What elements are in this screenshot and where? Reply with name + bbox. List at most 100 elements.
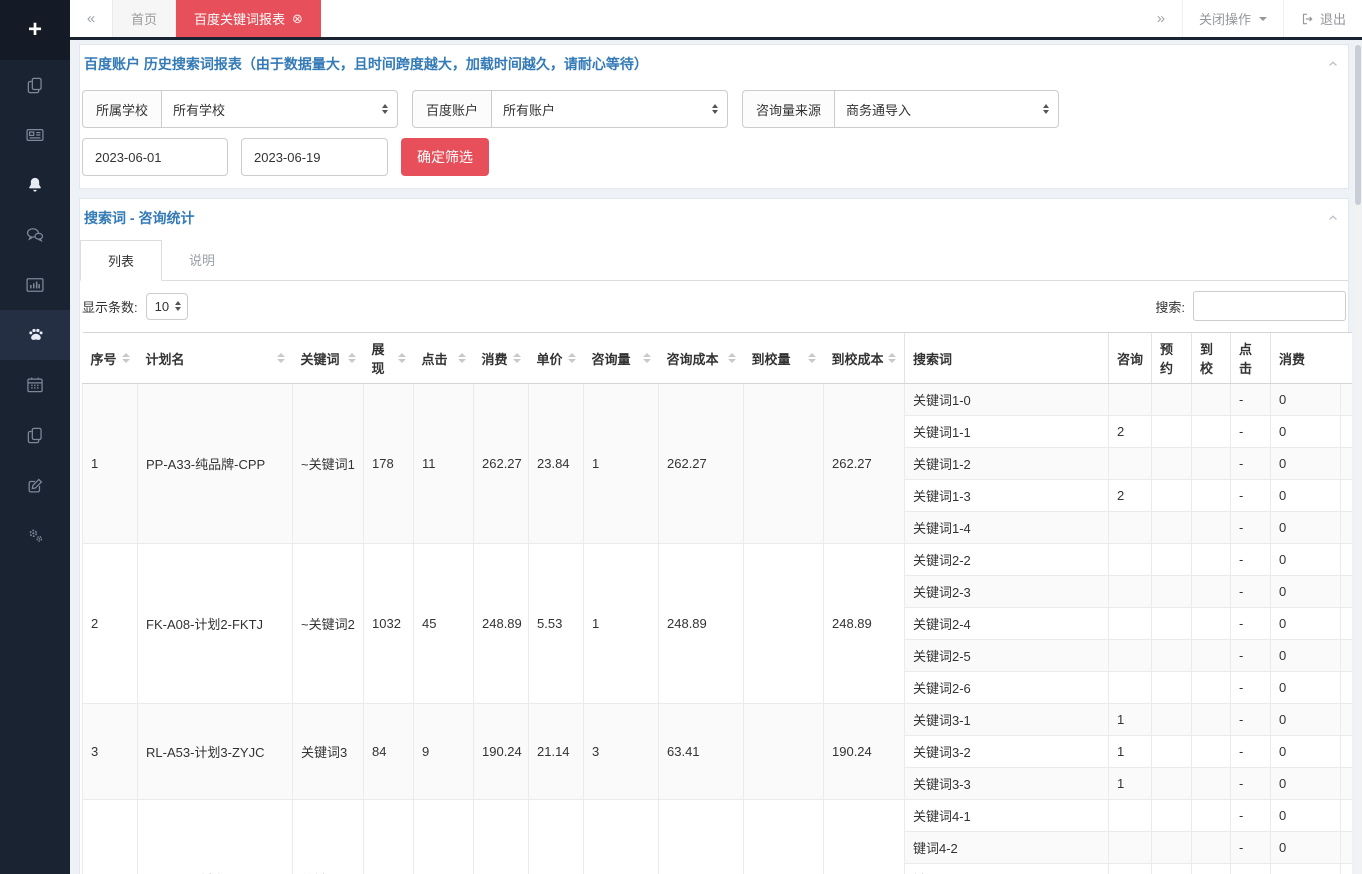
source-filter-label: 咨询量来源 — [742, 90, 834, 128]
cell-term-visit — [1192, 480, 1231, 512]
tab-home-label: 首页 — [131, 9, 157, 28]
table-row: 4FK-A15-计划4-FKQT关键词4102314181.0512.93181… — [83, 800, 1352, 832]
cell-term-inquiry: 2 — [1109, 480, 1152, 512]
cell-term-visit — [1192, 384, 1231, 416]
date-from-input[interactable] — [82, 138, 228, 176]
bar-chart-icon — [25, 275, 45, 295]
stats-panel-collapse-button[interactable] — [1326, 211, 1340, 225]
column-header-label: 咨询量 — [592, 349, 631, 368]
cell-term-click: - — [1231, 416, 1271, 448]
tabs-scroll-right-button[interactable]: » — [1140, 0, 1182, 37]
filter-panel-collapse-button[interactable] — [1326, 57, 1340, 71]
sort-icon — [888, 353, 896, 363]
sidebar-item-documents[interactable] — [0, 60, 70, 110]
column-header[interactable]: 序号 — [83, 333, 138, 384]
comments-icon — [25, 225, 45, 245]
logout-button[interactable]: 退出 — [1283, 0, 1362, 37]
sidebar: + — [0, 0, 70, 874]
cell-visit-cost: 262.27 — [824, 384, 905, 544]
cell-term-visit — [1192, 704, 1231, 736]
sort-icon — [728, 353, 736, 363]
apply-filter-button[interactable]: 确定筛选 — [401, 138, 489, 176]
sidebar-item-messages[interactable] — [0, 210, 70, 260]
column-header[interactable]: 咨询成本 — [659, 333, 744, 384]
sidebar-item-reports[interactable] — [0, 260, 70, 310]
tab-home[interactable]: 首页 — [112, 0, 176, 37]
sidebar-item-notifications[interactable] — [0, 160, 70, 210]
cell-term-click: - — [1231, 384, 1271, 416]
cell-visits — [744, 704, 824, 800]
school-select[interactable]: 所有学校 — [161, 90, 398, 128]
cell-search-term: 关键词2-3 — [905, 576, 1109, 608]
cell-cost: 262.27 — [474, 384, 529, 544]
cell-index: 3 — [83, 704, 138, 800]
page-size-select[interactable]: 10 — [146, 293, 188, 320]
column-header-label: 到校成本 — [832, 349, 884, 368]
column-header[interactable]: 点击 — [414, 333, 474, 384]
column-header-label: 单价 — [537, 349, 563, 368]
column-header[interactable]: 咨询量 — [584, 333, 659, 384]
tab-baidu-keyword-report[interactable]: 百度关键词报表 ⊗ — [176, 0, 321, 37]
date-to-input[interactable] — [241, 138, 388, 176]
cell-term-inquiry — [1109, 608, 1152, 640]
cell-term-cost: 0 — [1271, 736, 1341, 768]
sidebar-plus-button[interactable]: + — [0, 0, 70, 60]
vertical-scrollbar[interactable] — [1354, 43, 1362, 874]
report-table: 序号计划名关键词展现点击消费单价咨询量咨询成本到校量到校成本搜索词咨询预约到校点… — [82, 332, 1352, 874]
school-filter-group: 所属学校 所有学校 — [82, 90, 398, 128]
column-header: 预约 — [1152, 333, 1192, 384]
sort-icon — [513, 353, 521, 363]
sidebar-item-edit[interactable] — [0, 460, 70, 510]
sidebar-item-calendar[interactable] — [0, 360, 70, 410]
close-operations-label: 关闭操作 — [1199, 9, 1251, 28]
cell-term-click: - — [1231, 608, 1271, 640]
source-select[interactable]: 商务通导入 — [834, 90, 1059, 128]
column-header-label: 到校量 — [752, 349, 791, 368]
cell-filler — [1341, 768, 1352, 800]
cell-term-inquiry: 1 — [1109, 768, 1152, 800]
scrollbar-thumb[interactable] — [1355, 45, 1361, 205]
tab-baidu-keyword-report-label: 百度关键词报表 — [194, 9, 285, 28]
sidebar-item-settings[interactable] — [0, 510, 70, 560]
tab-description[interactable]: 说明 — [162, 240, 242, 280]
column-header[interactable]: 到校量 — [744, 333, 824, 384]
column-header[interactable]: 计划名 — [138, 333, 293, 384]
cell-term-click: - — [1231, 864, 1271, 874]
search-input[interactable] — [1193, 291, 1346, 321]
column-header: 搜索词 — [905, 333, 1109, 384]
tabs-scroll-left-button[interactable]: « — [70, 0, 112, 37]
sort-icon — [643, 353, 651, 363]
cell-term-click: - — [1231, 704, 1271, 736]
stats-panel: 搜索词 - 咨询统计 列表 说明 显示条数: 10 — [79, 198, 1349, 874]
account-select[interactable]: 所有账户 — [491, 90, 728, 128]
cell-term-visit — [1192, 512, 1231, 544]
cell-search-term: 关键词3-2 — [905, 736, 1109, 768]
cell-term-click: - — [1231, 800, 1271, 832]
column-header[interactable]: 单价 — [529, 333, 584, 384]
column-header-label: 展现 — [372, 339, 394, 377]
column-header: 咨询 — [1109, 333, 1152, 384]
column-header[interactable]: 关键词 — [293, 333, 364, 384]
cell-inquiry-cost: 262.27 — [659, 384, 744, 544]
cell-search-term: 关键词4-1 — [905, 800, 1109, 832]
column-header[interactable]: 展现 — [364, 333, 414, 384]
cell-term-reserve — [1152, 768, 1192, 800]
cell-impressions: 1023 — [364, 800, 414, 874]
cell-visit-cost: 248.89 — [824, 544, 905, 704]
sort-icon — [277, 353, 285, 363]
cell-inquiries: 1 — [584, 384, 659, 544]
cell-term-click: - — [1231, 672, 1271, 704]
cell-impressions: 178 — [364, 384, 414, 544]
close-operations-dropdown[interactable]: 关闭操作 — [1182, 0, 1283, 37]
tab-list[interactable]: 列表 — [80, 240, 162, 281]
cell-term-inquiry — [1109, 384, 1152, 416]
cell-filler — [1341, 864, 1352, 874]
close-icon[interactable]: ⊗ — [292, 11, 303, 27]
sidebar-item-news[interactable] — [0, 110, 70, 160]
cell-cost: 190.24 — [474, 704, 529, 800]
sidebar-item-files[interactable] — [0, 410, 70, 460]
column-header[interactable]: 到校成本 — [824, 333, 905, 384]
sidebar-item-baidu[interactable] — [0, 310, 70, 360]
sort-icon — [458, 353, 466, 363]
column-header[interactable]: 消费 — [474, 333, 529, 384]
